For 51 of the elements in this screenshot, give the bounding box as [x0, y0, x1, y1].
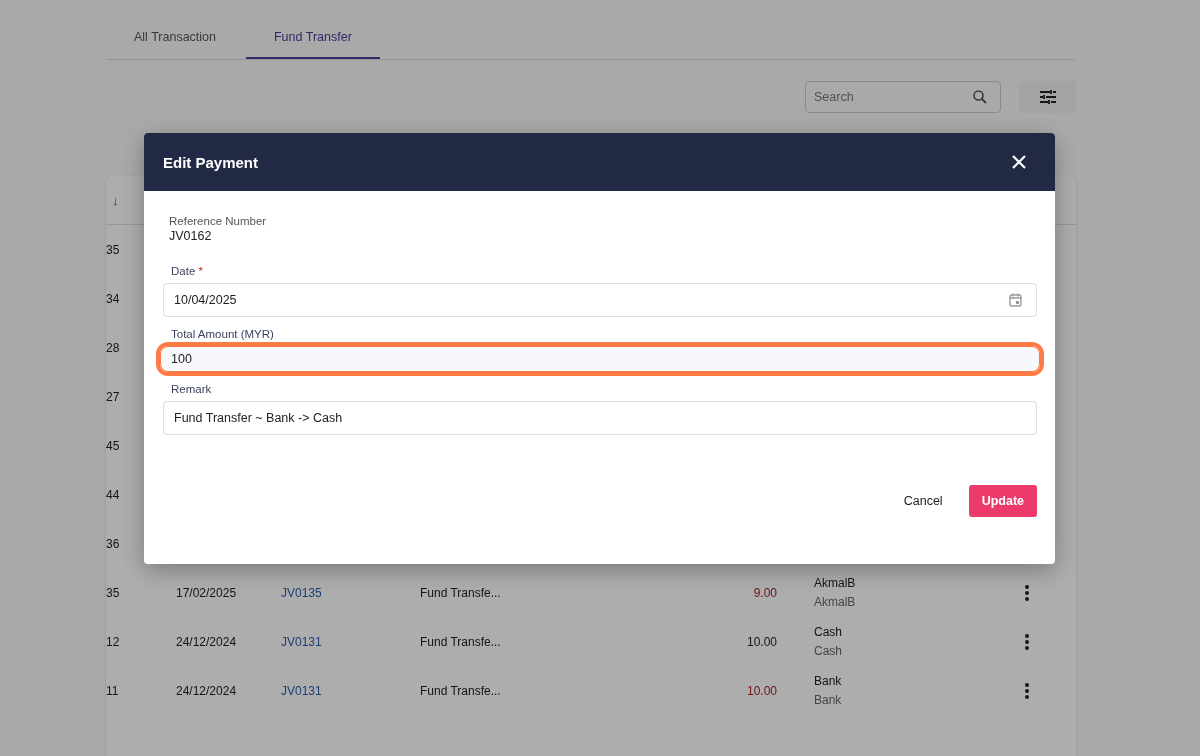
reference-link[interactable]: JV0131 — [281, 634, 420, 649]
more-icon[interactable] — [1024, 583, 1030, 602]
account-sub: AkmalB — [814, 595, 857, 609]
account-sub: Bank — [814, 693, 843, 707]
filter-button[interactable] — [1019, 81, 1076, 113]
field-label: Remark — [171, 383, 213, 395]
table-cell-text: 17/02/2025 — [176, 585, 238, 600]
sliders-icon — [1038, 88, 1057, 106]
close-icon[interactable] — [1012, 155, 1026, 169]
calendar-icon[interactable] — [1009, 293, 1022, 307]
table-cell-text: Fund Transfe... — [420, 634, 502, 649]
reference-link[interactable]: JV0135 — [281, 585, 420, 600]
update-button[interactable]: Update — [968, 485, 1037, 517]
account-name: Bank — [814, 674, 843, 688]
table-cell-text: Fund Transfe... — [420, 683, 502, 698]
table-cell-text: 27 — [106, 389, 121, 404]
input-field[interactable]: 10/04/2025 — [163, 283, 1037, 317]
table-cell-text: Fund Transfe... — [420, 585, 502, 600]
dialog-title: Edit Payment — [163, 153, 259, 171]
table-cell-text: 45 — [106, 438, 121, 453]
amount-cell-text: 10.00 — [745, 683, 777, 698]
account-sub: Cash — [814, 644, 843, 658]
sort-arrow[interactable]: ↓ — [112, 192, 119, 208]
account-name: AkmalB — [814, 576, 857, 590]
field-label: Total Amount (MYR) — [171, 328, 275, 340]
search-placeholder: Search — [814, 90, 855, 104]
cancel-button[interactable]: Cancel — [899, 488, 947, 514]
table-cell-text: 12 — [106, 634, 121, 649]
table-cell-text: 35 — [106, 585, 121, 600]
more-icon[interactable] — [1024, 632, 1030, 651]
input-field[interactable]: Fund Transfer ~ Bank -> Cash — [163, 401, 1037, 435]
table-cell-text: 28 — [106, 340, 121, 355]
table-cell-text: 24/12/2024 — [176, 683, 238, 698]
amount-cell-text: 9.00 — [752, 585, 777, 600]
more-icon[interactable] — [1024, 681, 1030, 700]
table-cell-text: 35 — [106, 242, 121, 257]
account-name: Cash — [814, 625, 843, 639]
table-cell-text: 36 — [106, 536, 121, 551]
table-cell-text: 44 — [106, 487, 121, 502]
table-cell-text: 24/12/2024 — [176, 634, 238, 649]
reference-link[interactable]: JV0131 — [281, 683, 420, 698]
amount-cell-text: 10.00 — [745, 634, 777, 649]
tab[interactable]: Fund Transfer — [246, 18, 380, 59]
table-cell-text: 11 — [106, 683, 120, 698]
search-icon — [972, 89, 988, 105]
field-label: Reference Number — [169, 215, 268, 227]
field-label: Date * — [171, 265, 204, 277]
search-field[interactable]: Search — [805, 81, 1001, 113]
tab[interactable]: All Transaction — [106, 18, 244, 59]
reference-value: JV0162 — [169, 229, 213, 243]
table-cell-text: 34 — [106, 291, 121, 306]
